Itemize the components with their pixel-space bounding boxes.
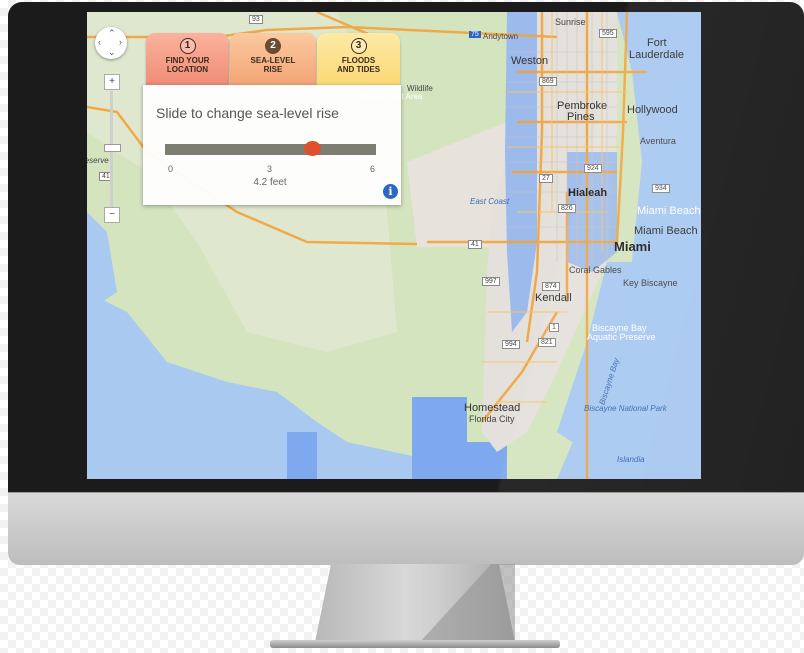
tab-label-line1: FIND YOUR (165, 56, 210, 65)
sea-level-slider-track[interactable] (165, 144, 376, 155)
tab-label-line2: AND TIDES (336, 65, 381, 74)
map-label-coral-gables: Coral Gables (569, 265, 622, 275)
map-label-aventura: Aventura (640, 136, 676, 146)
sea-level-readout: 4.2 feet (253, 177, 287, 188)
map-label-biscayne-np: Biscayne National Park (584, 404, 667, 413)
map-label-kendall: Kendall (535, 292, 572, 304)
slider-mid-label: 3 (267, 164, 273, 174)
tab-label-line1: FLOODS (341, 56, 376, 65)
pan-left-icon[interactable]: ‹ (98, 38, 101, 47)
map-label-hialeah: Hialeah (568, 187, 608, 199)
zoom-in-button[interactable]: + (104, 74, 120, 90)
tab-label-line2: LOCATION (166, 65, 209, 74)
route-shield-27: 27 (539, 174, 553, 183)
map-label-miami-beach-2: Miami Beach (634, 225, 698, 237)
map-label-east-coast: East Coast (470, 197, 510, 206)
tab-sea-level-rise[interactable]: 2 SEA-LEVEL RISE (230, 33, 316, 85)
map-label-fort-lauderdale-2: Lauderdale (629, 49, 685, 61)
map-label-sunrise: Sunrise (555, 17, 586, 27)
tab-label-line2: RISE (263, 65, 283, 74)
route-shield-934: 934 (652, 184, 670, 193)
map-label-miami-beach-1: Miami Beach (637, 205, 701, 217)
monitor-chin (8, 492, 804, 565)
monitor-base (270, 640, 560, 648)
tab-label-line1: SEA-LEVEL (250, 56, 296, 65)
pan-control[interactable]: ⌃ ⌄ ‹ › (95, 27, 127, 59)
slider-max-label: 6 (370, 164, 376, 174)
tab-number-1: 1 (179, 38, 196, 54)
route-shield-924: 924 (584, 164, 602, 173)
route-shield-595: 595 (599, 29, 617, 38)
tab-floods-and-tides[interactable]: 3 FLOODS AND TIDES (317, 33, 400, 85)
route-shield-826: 826 (558, 204, 576, 213)
info-icon[interactable]: i (383, 184, 398, 199)
map-label-biscayne-bay-2: Aquatic Preserve (587, 332, 656, 342)
route-shield-1: 1 (549, 323, 559, 332)
tab-number-2: 2 (265, 38, 281, 54)
map-label-weston: Weston (511, 55, 549, 67)
route-shield-93: 93 (249, 15, 263, 24)
zoom-slider-handle[interactable] (104, 144, 121, 152)
map-label-fort-lauderdale-1: Fort (647, 37, 667, 49)
pan-right-icon[interactable]: › (119, 38, 122, 47)
route-shield-821: 821 (538, 338, 556, 347)
route-shield-869: 869 (539, 77, 557, 86)
route-shield-41b: 41 (468, 240, 482, 249)
map-label-key-biscayne: Key Biscayne (623, 278, 678, 288)
map-screen[interactable]: Sunrise Fort Lauderdale Andytown Weston … (87, 12, 701, 479)
map-label-miami: Miami (614, 239, 651, 254)
tab-number-3: 3 (350, 38, 367, 54)
route-shield-997: 997 (482, 277, 500, 286)
sea-level-panel: Slide to change sea-level rise 0 3 6 4.2… (143, 85, 401, 205)
map-label-florida-city: Florida City (469, 414, 515, 424)
panel-title: Slide to change sea-level rise (156, 105, 339, 121)
pan-down-icon[interactable]: ⌄ (108, 48, 116, 57)
route-shield-874: 874 (542, 282, 560, 291)
tab-find-your-location[interactable]: 1 FIND YOUR LOCATION (146, 33, 229, 85)
map-label-pembroke-2: Pines (567, 111, 595, 123)
map-label-hollywood: Hollywood (627, 104, 678, 116)
map-label-andytown: Andytown (483, 32, 519, 41)
map-label-islandia: Islandia (617, 455, 645, 464)
zoom-out-button[interactable]: − (104, 207, 120, 223)
route-shield-994: 994 (502, 340, 520, 349)
map-label-homestead: Homestead (464, 402, 521, 414)
pan-up-icon[interactable]: ⌃ (108, 29, 116, 38)
map-label-preserve: reserve (87, 156, 109, 165)
slider-min-label: 0 (168, 164, 174, 174)
route-shield-75: 75 (469, 31, 481, 38)
